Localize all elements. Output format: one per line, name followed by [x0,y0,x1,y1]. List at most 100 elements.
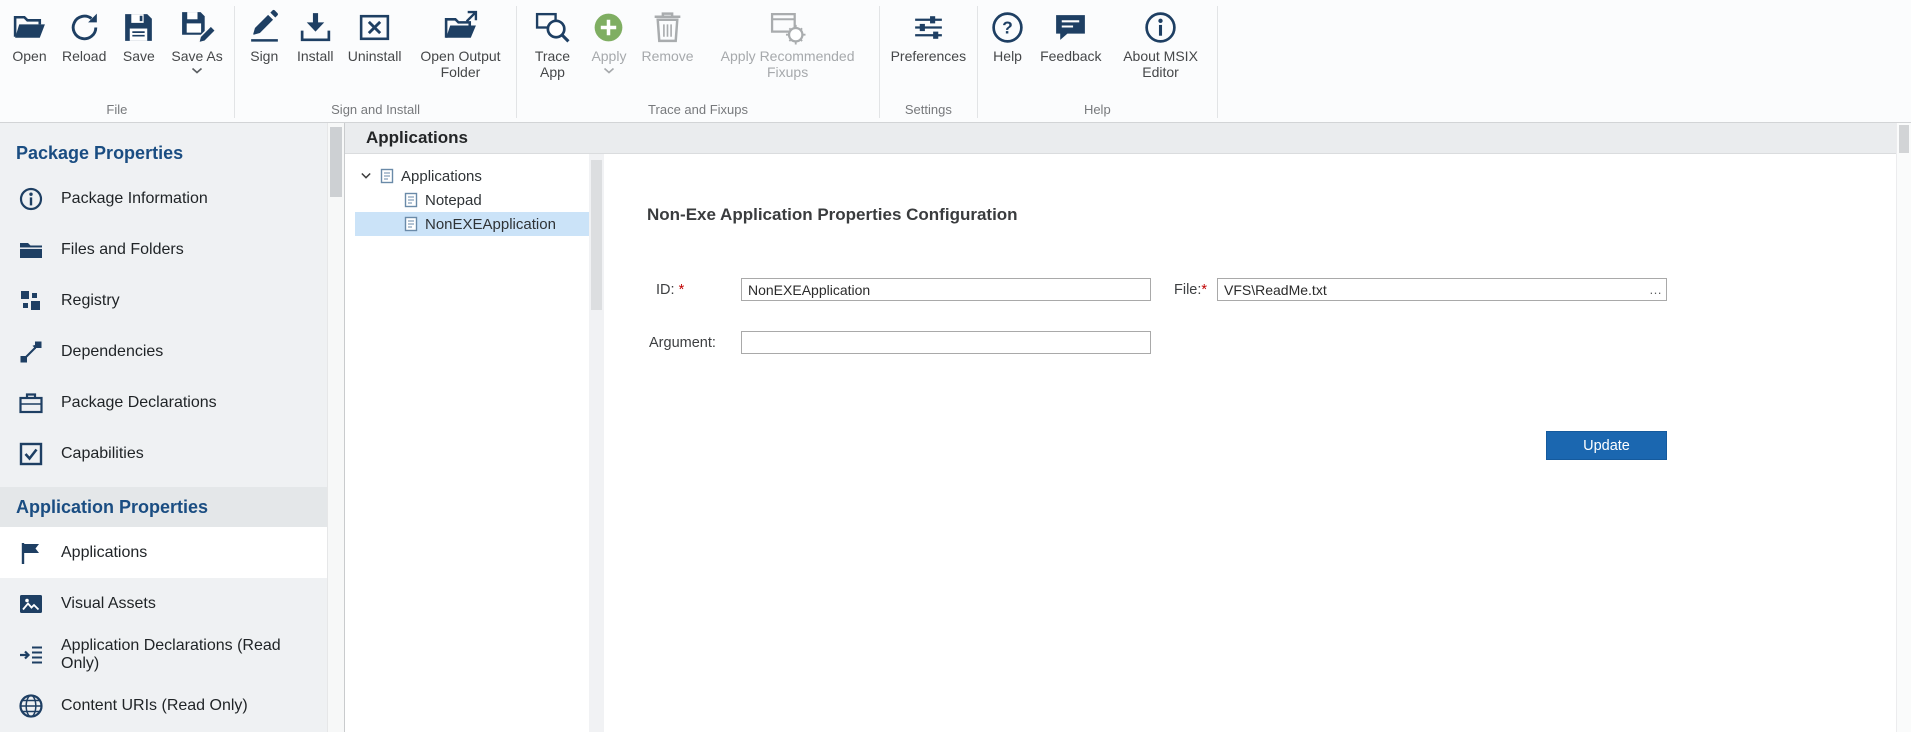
browse-file-button[interactable]: … [1649,278,1662,301]
help-question-icon: ? [989,9,1026,46]
open-folder-icon [11,9,48,46]
main-scrollbar[interactable] [1896,123,1911,732]
tree-node-notepad[interactable]: Notepad [345,188,589,212]
tree-node-label: Applications [401,168,482,185]
ribbon-group-file: Open Reload Save Save As File [0,0,234,122]
chevron-down-icon [603,67,615,74]
update-button[interactable]: Update [1546,431,1667,460]
install-button-label: Install [297,49,334,65]
sidebar-item-label: Package Declarations [61,394,217,412]
ribbon-toolbar: Open Reload Save Save As File Sign [0,0,1911,123]
sidebar-scrollbar[interactable] [327,123,345,732]
reload-button-label: Reload [62,49,106,65]
help-button[interactable]: ? Help [982,2,1033,65]
ribbon-group-label-help: Help [982,100,1212,122]
ribbon-group-label-file: File [4,100,230,122]
sidebar-item-label: Applications [61,544,147,562]
sidebar-item-label: Package Information [61,190,208,208]
tree-scrollbar-thumb[interactable] [591,160,602,310]
open-button[interactable]: Open [4,2,55,65]
ribbon-group-label-trace-fixups: Trace and Fixups [521,100,874,122]
applications-flag-icon [18,540,44,566]
sidebar-section-package-properties: Package Properties [0,133,327,173]
sidebar-section-application-properties: Application Properties [0,487,327,527]
files-folders-icon [18,237,44,263]
sidebar-item-package-information[interactable]: Package Information [0,173,327,224]
sidebar-item-visual-assets[interactable]: Visual Assets [0,578,327,629]
navigation-sidebar: Package Properties Package Information F… [0,123,327,732]
sidebar-item-label: Dependencies [61,343,163,361]
package-declarations-icon [18,390,44,416]
sidebar-item-dependencies[interactable]: Dependencies [0,326,327,377]
apply-button[interactable]: Apply [583,2,634,74]
save-as-icon [179,9,216,46]
capabilities-check-icon [18,441,44,467]
preferences-button-label: Preferences [891,49,966,65]
open-output-folder-button-label: Open Output Folder [415,49,505,80]
chevron-down-icon [191,67,203,74]
file-input[interactable] [1217,278,1667,301]
sidebar-item-capabilities[interactable]: Capabilities [0,428,327,479]
document-icon [403,192,419,208]
sidebar-item-label: Content URIs (Read Only) [61,697,248,715]
ribbon-group-label-settings: Settings [884,100,973,122]
dependencies-icon [18,339,44,365]
tree-scrollbar[interactable] [589,154,604,732]
remove-button-label: Remove [641,49,693,65]
id-input[interactable] [741,278,1151,301]
save-icon [120,9,157,46]
trace-app-button[interactable]: Trace App [521,2,583,80]
sidebar-item-package-declarations[interactable]: Package Declarations [0,377,327,428]
uninstall-button[interactable]: Uninstall [341,2,409,65]
tree-node-applications-root[interactable]: Applications [345,164,589,188]
sidebar-item-applications[interactable]: Applications [0,527,327,578]
reload-icon [66,9,103,46]
feedback-bubble-icon [1052,9,1089,46]
document-icon [403,216,419,232]
tree-node-nonexeapplication[interactable]: NonEXEApplication [355,212,589,236]
sign-button-label: Sign [250,49,278,65]
save-as-button[interactable]: Save As [164,2,229,74]
reload-button[interactable]: Reload [55,2,113,65]
chevron-down-icon [359,171,373,181]
install-button[interactable]: Install [290,2,341,65]
ribbon-separator [1217,6,1218,118]
open-output-folder-button[interactable]: Open Output Folder [408,2,512,80]
sidebar-scrollbar-thumb[interactable] [330,127,342,197]
visual-assets-icon [18,591,44,617]
apply-recommended-fixups-button-label: Apply Recommended Fixups [708,49,868,80]
sidebar-item-label: Files and Folders [61,241,184,259]
save-as-button-label: Save As [171,49,222,65]
ribbon-group-settings: Preferences Settings [880,0,977,122]
document-icon [379,168,395,184]
remove-trash-icon [649,9,686,46]
sidebar-item-application-declarations[interactable]: Application Declarations (Read Only) [0,629,327,680]
sidebar-item-label: Registry [61,292,120,310]
trace-app-magnifier-icon [534,9,571,46]
ribbon-group-label-sign-install: Sign and Install [239,100,513,122]
preferences-button[interactable]: Preferences [884,2,973,65]
sidebar-item-label: Application Declarations (Read Only) [61,637,309,673]
file-field: … [1217,278,1667,301]
registry-icon [18,288,44,314]
remove-button[interactable]: Remove [634,2,700,65]
application-properties-form: Non-Exe Application Properties Configura… [604,154,1911,732]
feedback-button[interactable]: Feedback [1033,2,1108,65]
required-asterisk: * [1201,282,1207,298]
sign-button[interactable]: Sign [239,2,290,65]
sidebar-item-content-uris[interactable]: Content URIs (Read Only) [0,680,327,731]
ribbon-group-sign-install: Sign Install Uninstall Open Output Folde… [235,0,517,122]
feedback-button-label: Feedback [1040,49,1101,65]
preferences-sliders-icon [910,9,947,46]
install-arrow-icon [297,9,334,46]
sidebar-item-files-and-folders[interactable]: Files and Folders [0,224,327,275]
sidebar-item-registry[interactable]: Registry [0,275,327,326]
save-button[interactable]: Save [113,2,164,65]
argument-input[interactable] [741,331,1151,354]
svg-text:?: ? [1002,18,1013,38]
main-scrollbar-thumb[interactable] [1899,125,1909,153]
about-msix-editor-button[interactable]: About MSIX Editor [1109,2,1213,80]
required-asterisk: * [679,282,685,298]
trace-app-button-label: Trace App [528,49,576,80]
apply-recommended-fixups-button[interactable]: Apply Recommended Fixups [701,2,875,80]
